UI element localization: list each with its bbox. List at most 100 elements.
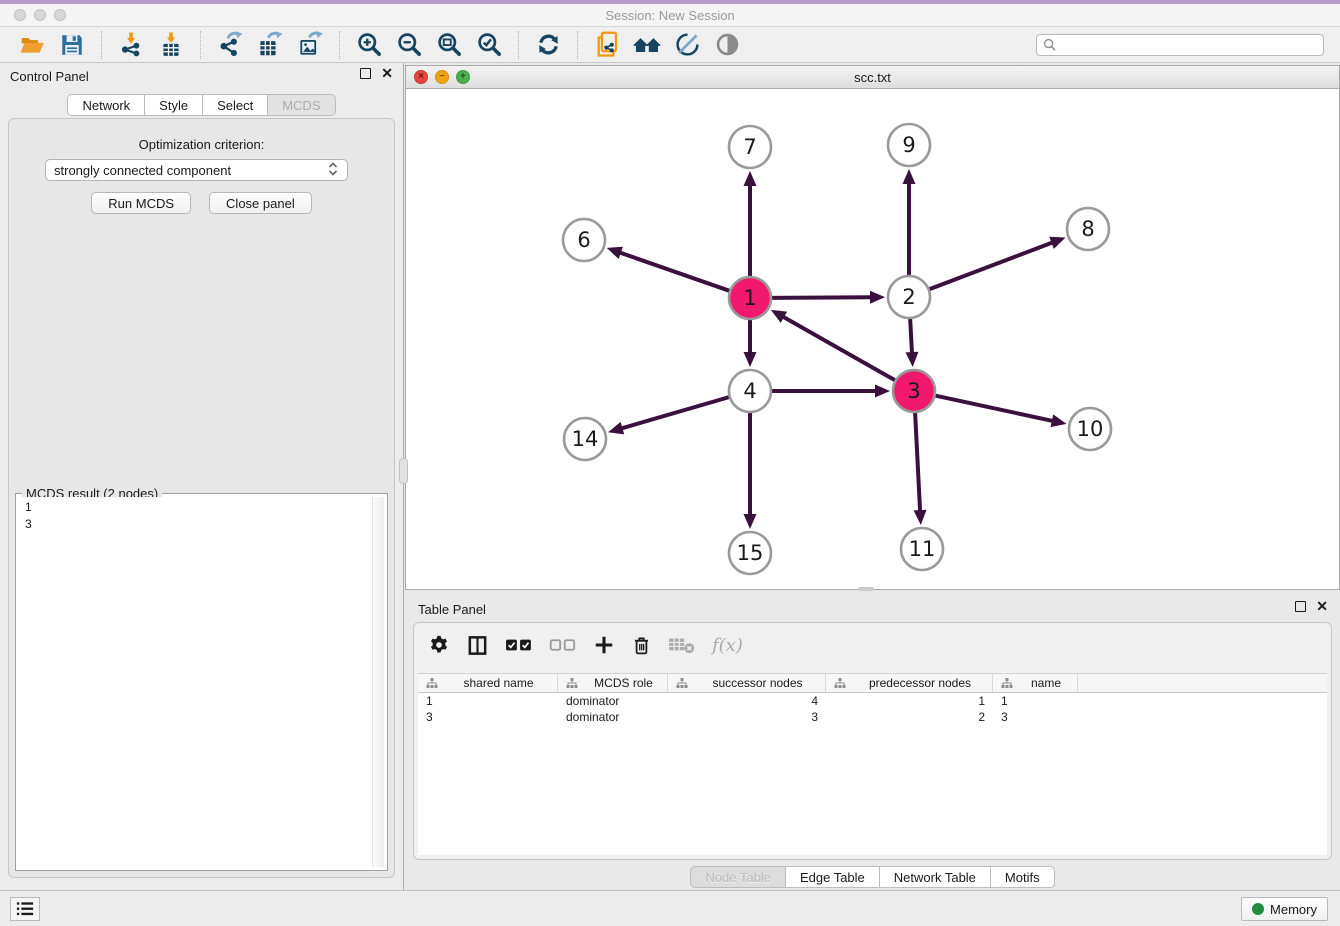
table-cell[interactable]: 1 [993, 693, 1078, 709]
delete-row-icon[interactable] [631, 634, 652, 657]
refresh-icon[interactable] [533, 30, 563, 60]
main-titlebar: Session: New Session [0, 4, 1340, 27]
fx-icon: f(x) [712, 635, 743, 656]
import-table-icon[interactable] [156, 30, 186, 60]
control-panel-header: Control Panel ✕ [0, 63, 403, 89]
import-network-icon[interactable] [116, 30, 146, 60]
mcds-result-line: 3 [25, 516, 378, 533]
export-image-icon[interactable] [295, 30, 325, 60]
export-table-icon[interactable] [255, 30, 285, 60]
tab-network[interactable]: Network [67, 94, 145, 116]
gear-icon[interactable] [428, 634, 450, 656]
main-toolbar [0, 27, 1340, 63]
arrowhead-3-10 [1051, 414, 1067, 427]
close-panel-icon[interactable]: ✕ [381, 68, 393, 79]
export-network-icon[interactable] [215, 30, 245, 60]
task-history-button[interactable] [10, 897, 40, 921]
table-cell[interactable]: dominator [558, 709, 668, 725]
zoom-fit-icon[interactable] [434, 30, 464, 60]
control-panel-title: Control Panel [10, 69, 89, 84]
edge-1-6[interactable] [619, 252, 730, 291]
edge-3-11[interactable] [915, 412, 920, 512]
column-header-successor-nodes[interactable]: successor nodes [668, 674, 826, 692]
network-graph[interactable]: 7968124314101511 [406, 89, 1339, 589]
table-cell[interactable]: 3 [668, 709, 826, 725]
edge-2-3[interactable] [910, 318, 912, 354]
column-type-icon [834, 677, 846, 689]
table-cell[interactable]: 3 [993, 709, 1078, 725]
arrowhead-1-6 [607, 247, 623, 259]
node-table[interactable]: shared nameMCDS rolesuccessor nodesprede… [418, 673, 1327, 855]
table-cell[interactable]: dominator [558, 693, 668, 709]
edge-4-14[interactable] [621, 397, 730, 429]
edge-3-1[interactable] [782, 316, 896, 380]
save-session-icon[interactable] [57, 30, 87, 60]
table-cell[interactable]: 2 [826, 709, 993, 725]
zoom-in-icon[interactable] [354, 30, 384, 60]
column-layout-icon[interactable] [466, 634, 489, 657]
mcds-result-group: MCDS result (2 nodes) 13 [15, 493, 388, 871]
tab-motifs[interactable]: Motifs [991, 866, 1055, 888]
edge-2-8[interactable] [929, 242, 1054, 289]
tab-node-table[interactable]: Node Table [690, 866, 786, 888]
share-session-icon[interactable] [592, 30, 622, 60]
column-header-MCDS-role[interactable]: MCDS role [558, 674, 668, 692]
network-window-titlebar[interactable]: ×−+ scc.txt [406, 66, 1339, 89]
float-panel-icon[interactable] [360, 68, 371, 79]
toolbar-separator [200, 31, 201, 59]
close-panel-button[interactable]: Close panel [209, 192, 312, 214]
optimization-dropdown[interactable]: strongly connected component [45, 159, 348, 181]
column-type-icon [426, 677, 438, 689]
search-field[interactable] [1036, 34, 1324, 56]
arrowhead-2-8 [1049, 237, 1065, 249]
graph-node-label-2: 2 [902, 285, 915, 309]
column-header-shared-name[interactable]: shared name [418, 674, 558, 692]
graph-node-label-15: 15 [737, 541, 764, 565]
graph-node-label-8: 8 [1081, 217, 1094, 241]
table-row[interactable]: 1dominator411 [418, 693, 1327, 709]
arrowhead-2-9 [903, 169, 916, 184]
tab-select[interactable]: Select [203, 94, 268, 116]
result-scrollbar[interactable] [372, 497, 384, 867]
edge-3-10[interactable] [935, 395, 1054, 421]
network-window-title: scc.txt [406, 70, 1339, 85]
home-icon[interactable] [632, 30, 662, 60]
optimization-label: Optimization criterion: [9, 137, 394, 152]
canvas-resize-handle[interactable] [858, 587, 874, 591]
memory-button[interactable]: Memory [1241, 897, 1328, 921]
graph-node-label-1: 1 [743, 286, 756, 310]
network-view-window: ×−+ scc.txt 7968124314101511 [405, 65, 1340, 590]
arrowhead-2-3 [905, 352, 918, 367]
table-cell[interactable]: 1 [418, 693, 558, 709]
graph-node-label-10: 10 [1077, 417, 1104, 441]
mcds-result-text[interactable]: 13 [19, 497, 384, 867]
table-panel-content: f(x) shared nameMCDS rolesuccessor nodes… [413, 622, 1332, 860]
tab-style[interactable]: Style [145, 94, 203, 116]
open-file-icon[interactable] [17, 30, 47, 60]
splitter-handle[interactable] [399, 458, 408, 484]
select-all-icon[interactable] [505, 636, 533, 654]
edge-1-2[interactable] [771, 297, 872, 298]
tab-network-table[interactable]: Network Table [880, 866, 991, 888]
zoom-out-icon[interactable] [394, 30, 424, 60]
float-table-panel-icon[interactable] [1295, 601, 1306, 612]
close-table-panel-icon[interactable]: ✕ [1316, 601, 1328, 612]
toolbar-separator [518, 31, 519, 59]
run-mcds-button[interactable]: Run MCDS [91, 192, 191, 214]
search-input[interactable] [1060, 38, 1317, 52]
deselect-all-icon[interactable] [549, 636, 577, 654]
column-header-name[interactable]: name [993, 674, 1078, 692]
table-cell[interactable]: 1 [826, 693, 993, 709]
table-row[interactable]: 3dominator323 [418, 709, 1327, 725]
add-row-icon[interactable] [593, 634, 615, 656]
tab-edge-table[interactable]: Edge Table [786, 866, 880, 888]
zoom-selected-icon[interactable] [474, 30, 504, 60]
status-bar: Memory [0, 890, 1340, 926]
network-canvas[interactable]: 7968124314101511 [406, 89, 1339, 589]
eye-icon[interactable] [712, 30, 742, 60]
column-header-predecessor-nodes[interactable]: predecessor nodes [826, 674, 993, 692]
table-cell[interactable]: 3 [418, 709, 558, 725]
table-cell[interactable]: 4 [668, 693, 826, 709]
tab-mcds[interactable]: MCDS [268, 94, 335, 116]
style-icon[interactable] [672, 30, 702, 60]
